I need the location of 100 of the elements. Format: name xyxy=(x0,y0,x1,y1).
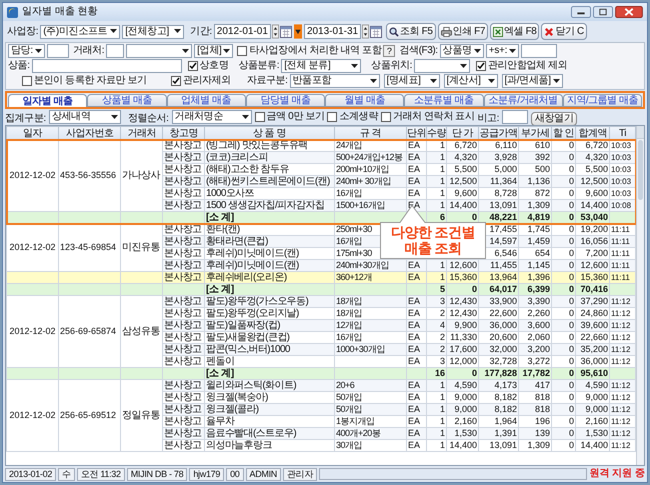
date-field[interactable]: 2013-01-31 xyxy=(304,24,362,39)
tab[interactable]: 소분류별 매출 xyxy=(404,94,484,107)
checkbox[interactable] xyxy=(22,76,32,86)
table-cell: 1 xyxy=(440,260,445,270)
tab[interactable]: 월별 매출 xyxy=(325,94,404,107)
table-cell: 11:12 xyxy=(611,309,630,318)
minimize-icon[interactable] xyxy=(571,6,591,18)
checkbox[interactable] xyxy=(170,76,181,86)
table-cell: 11:11 xyxy=(611,273,630,282)
dropdown[interactable]: 담당: xyxy=(8,44,45,58)
tab[interactable]: 업체별 매출 xyxy=(166,94,246,107)
column-header: 단 가 xyxy=(452,128,474,138)
table-cell: 1 xyxy=(440,404,445,414)
status-cell: 수 xyxy=(58,468,75,480)
input-field[interactable] xyxy=(46,44,69,58)
table-cell: EA xyxy=(408,164,420,174)
subtotal-label: [소 계] xyxy=(206,368,234,378)
status-notice: 원격 지원 중 xyxy=(589,468,645,480)
tab[interactable]: 지역/그룹별 매출 xyxy=(562,94,642,107)
table-cell: 0 xyxy=(568,236,574,246)
spreadsheet-icon xyxy=(493,26,503,36)
table-cell: 가나상사 xyxy=(122,170,160,181)
table-cell: 본사창고 xyxy=(164,428,202,438)
dropdown[interactable]: [전체 분류] xyxy=(281,59,362,73)
calendar-icon[interactable] xyxy=(370,25,382,38)
tab[interactable]: 상품별 매출 xyxy=(87,94,166,107)
tab[interactable]: 담당별 매출 xyxy=(246,94,325,107)
table-cell: 후레쉬)미닛메이드(캔) xyxy=(206,260,299,270)
dropdown[interactable]: 상품명 xyxy=(440,44,484,58)
checkbox[interactable] xyxy=(380,112,391,122)
table-cell: 미진유통 xyxy=(122,242,160,253)
table-cell: 50개입 xyxy=(336,392,362,402)
toolbar-button[interactable]: 엑셀 F8 xyxy=(490,23,540,40)
close-window-icon[interactable] xyxy=(615,6,643,18)
input-field[interactable] xyxy=(32,59,182,73)
checkbox[interactable] xyxy=(188,61,198,71)
dropdown[interactable]: [과/면세품] xyxy=(502,74,563,88)
status-cell: MIJIN DB - 78 xyxy=(126,468,188,480)
dropdown[interactable]: +s+: xyxy=(486,44,520,58)
dropdown[interactable]: (주)미진소프트 xyxy=(40,24,120,38)
checkbox[interactable] xyxy=(254,112,265,122)
date-field[interactable]: 2012-01-01 xyxy=(214,24,271,39)
dropdown[interactable]: 반품포함 xyxy=(290,74,380,88)
column-header: 할 인 xyxy=(552,128,574,138)
field-label: 상품위치: xyxy=(371,60,412,72)
toolbar-button[interactable]: 인쇄 F7 xyxy=(438,23,488,40)
dropdown[interactable]: 거래처명순 xyxy=(172,110,252,124)
table-cell: EA xyxy=(408,356,420,366)
table-cell: 6,720 xyxy=(585,140,608,150)
table-cell: 4,320 xyxy=(454,152,477,162)
input-field[interactable] xyxy=(502,110,528,124)
dropdown[interactable]: 상세내역 xyxy=(48,110,121,124)
calendar-icon[interactable] xyxy=(280,25,292,38)
tab[interactable]: 소분류/거래처별 xyxy=(484,94,563,107)
dropdown-arrow-icon xyxy=(242,114,249,120)
table-cell: 11,364 xyxy=(490,176,517,186)
table-cell: 500 xyxy=(534,164,550,174)
table-cell: 1 xyxy=(440,140,445,150)
column-header: 공급가액 xyxy=(480,128,518,138)
table-cell: 13,964 xyxy=(489,272,517,282)
help-button[interactable]: ? xyxy=(383,45,396,57)
spinner-icon[interactable] xyxy=(362,24,370,39)
table-cell: 6,110 xyxy=(495,140,517,150)
checkbox[interactable] xyxy=(476,61,486,71)
table-cell: 0 xyxy=(568,224,574,234)
table-cell: 18개입 xyxy=(336,296,362,306)
dropdown[interactable] xyxy=(414,59,470,73)
subtotal-cell: 48,221 xyxy=(489,212,517,222)
dropdown[interactable]: [계산서] xyxy=(444,74,498,88)
column-header: 거래처 xyxy=(127,128,156,138)
dropdown[interactable]: [업체] xyxy=(194,44,234,58)
table-cell: EA xyxy=(408,380,420,390)
input-field[interactable] xyxy=(106,44,124,58)
table-cell: 1,391 xyxy=(494,428,517,438)
dropdown[interactable]: [전체창고] xyxy=(122,24,184,38)
spinner-icon[interactable] xyxy=(272,24,279,39)
subtotal-cell: 0 xyxy=(568,368,574,378)
table-cell: 0 xyxy=(568,440,574,450)
table-cell: 본사창고 xyxy=(164,416,202,426)
checkbox[interactable] xyxy=(237,46,248,56)
table-cell: 11:12 xyxy=(611,441,630,450)
table-cell: EA xyxy=(408,404,420,414)
table-cell: 0 xyxy=(568,380,574,390)
table-cell: 24,860 xyxy=(580,308,608,318)
new-window-button[interactable]: 새창열기 xyxy=(531,112,578,126)
checkbox-label: 본인이 등록한 자료만 보기 xyxy=(34,75,147,87)
table-cell: 11:11 xyxy=(611,237,630,246)
table-cell: 33,900 xyxy=(489,296,517,306)
toolbar-button[interactable]: 조회 F5 xyxy=(386,23,436,40)
input-field[interactable] xyxy=(521,44,558,58)
scrollbar[interactable] xyxy=(636,126,644,465)
toolbar-button[interactable]: 닫기 C xyxy=(541,23,587,40)
dropdown[interactable]: [명세표] xyxy=(384,74,440,88)
tab[interactable]: 일자별 매출 xyxy=(8,94,88,107)
maximize-icon[interactable] xyxy=(593,6,613,18)
table-cell: 196 xyxy=(534,416,550,426)
table-cell: 10:03 xyxy=(611,189,632,198)
table-cell: 1 xyxy=(440,392,445,402)
checkbox[interactable] xyxy=(327,112,338,122)
table-cell: 2,160 xyxy=(454,416,477,426)
